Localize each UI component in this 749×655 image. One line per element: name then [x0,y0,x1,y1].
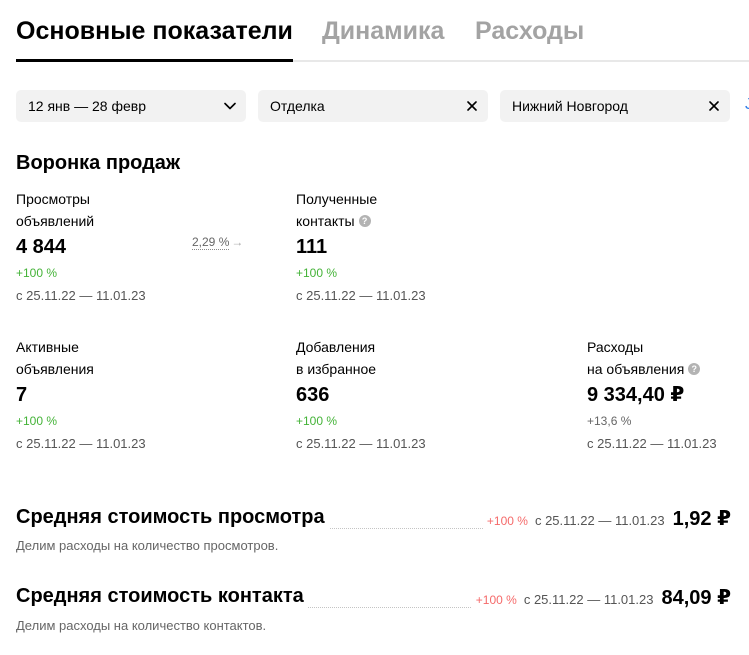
tabs-bar: Основные показатели Динамика Расходы [16,0,749,62]
avg-value: 84,09 ₽ [661,587,731,609]
conversion-rate[interactable]: 2,29 % → [192,235,244,250]
metric-value: 636 [296,384,330,406]
metric-active-ads: Активные объявления 7 +100 % с 25.11.22 … [16,336,146,452]
avg-contact-cost-values: +100 % с 25.11.22 — 11.01.23 84,09 ₽ [471,585,731,610]
metric-period: с 25.11.22 — 11.01.23 [16,288,146,303]
help-icon[interactable]: ? [688,363,701,376]
close-icon[interactable] [456,90,488,122]
metric-change: +100 % [16,414,58,428]
avg-contact-cost-description: Делим расходы на количество контактов. [16,618,267,633]
avg-contact-cost-title: Средняя стоимость контакта [16,585,308,608]
avg-view-cost-row: Средняя стоимость просмотра +100 % с 25.… [16,506,731,536]
tab-main-indicators[interactable]: Основные показатели [16,17,293,62]
funnel-title: Воронка продаж [16,152,181,174]
chevron-down-icon[interactable] [214,90,246,122]
avg-view-cost-description: Делим расходы на количество просмотров. [16,538,279,553]
avg-period: с 25.11.22 — 11.01.23 [534,513,665,528]
metric-favorites: Добавления в избранное 636 +100 % с 25.1… [296,336,426,452]
metric-contacts: Полученные контакты? 111 +100 % с 25.11.… [296,188,426,304]
metric-label: Добавления [296,339,376,355]
city-value: Нижний Новгород [512,98,628,114]
metric-value: 111 [296,236,328,258]
avg-change: +100 % [475,593,517,607]
metric-label-row: контакты? [296,210,426,232]
metric-label-row: на объявления? [587,358,717,380]
avg-change: +100 % [486,514,528,528]
category-filter[interactable]: Отделка [258,90,488,122]
metric-label: в избранное [296,361,377,377]
metric-change: +100 % [16,266,58,280]
metric-label: Активные [16,339,79,355]
metric-label: объявлений [16,213,95,229]
metric-label: Полученные [296,191,378,207]
metric-value: 4 844 [16,236,67,258]
metric-label: Просмотры [16,191,90,207]
metric-label: Расходы [587,339,644,355]
avg-value: 1,92 ₽ [672,508,731,530]
category-value: Отделка [270,98,325,114]
date-range-select[interactable]: 12 янв — 28 февр [16,90,246,122]
reset-link-edge[interactable]: J [745,96,749,114]
date-range-value: 12 янв — 28 февр [28,98,146,114]
metric-period: с 25.11.22 — 11.01.23 [296,436,426,451]
metric-period: с 25.11.22 — 11.01.23 [16,436,146,451]
city-filter[interactable]: Нижний Новгород [500,90,730,122]
avg-contact-cost-row: Средняя стоимость контакта +100 % с 25.1… [16,585,731,615]
metric-label: на объявления [587,361,685,377]
metric-value: 9 334,40 ₽ [587,384,685,406]
metric-label: контакты [296,213,355,229]
metric-period: с 25.11.22 — 11.01.23 [296,288,426,303]
avg-period: с 25.11.22 — 11.01.23 [523,592,654,607]
metric-value: 7 [16,384,28,406]
close-icon[interactable] [698,90,730,122]
avg-view-cost-title: Средняя стоимость просмотра [16,506,329,529]
metric-period: с 25.11.22 — 11.01.23 [587,436,717,451]
metric-change: +13,6 % [587,414,632,428]
metric-ad-costs: Расходы на объявления? 9 334,40 ₽ +13,6 … [587,336,717,452]
metric-views: Просмотры объявлений 4 844 +100 % с 25.1… [16,188,146,304]
help-icon[interactable]: ? [358,215,371,228]
tab-expenses[interactable]: Расходы [475,17,584,46]
metric-change: +100 % [296,266,338,280]
avg-view-cost-values: +100 % с 25.11.22 — 11.01.23 1,92 ₽ [482,506,731,531]
arrow-right-icon: → [231,235,244,249]
conversion-value: 2,29 % [192,235,230,250]
metric-label: объявления [16,361,94,377]
metric-change: +100 % [296,414,338,428]
tab-dynamics[interactable]: Динамика [322,17,444,46]
